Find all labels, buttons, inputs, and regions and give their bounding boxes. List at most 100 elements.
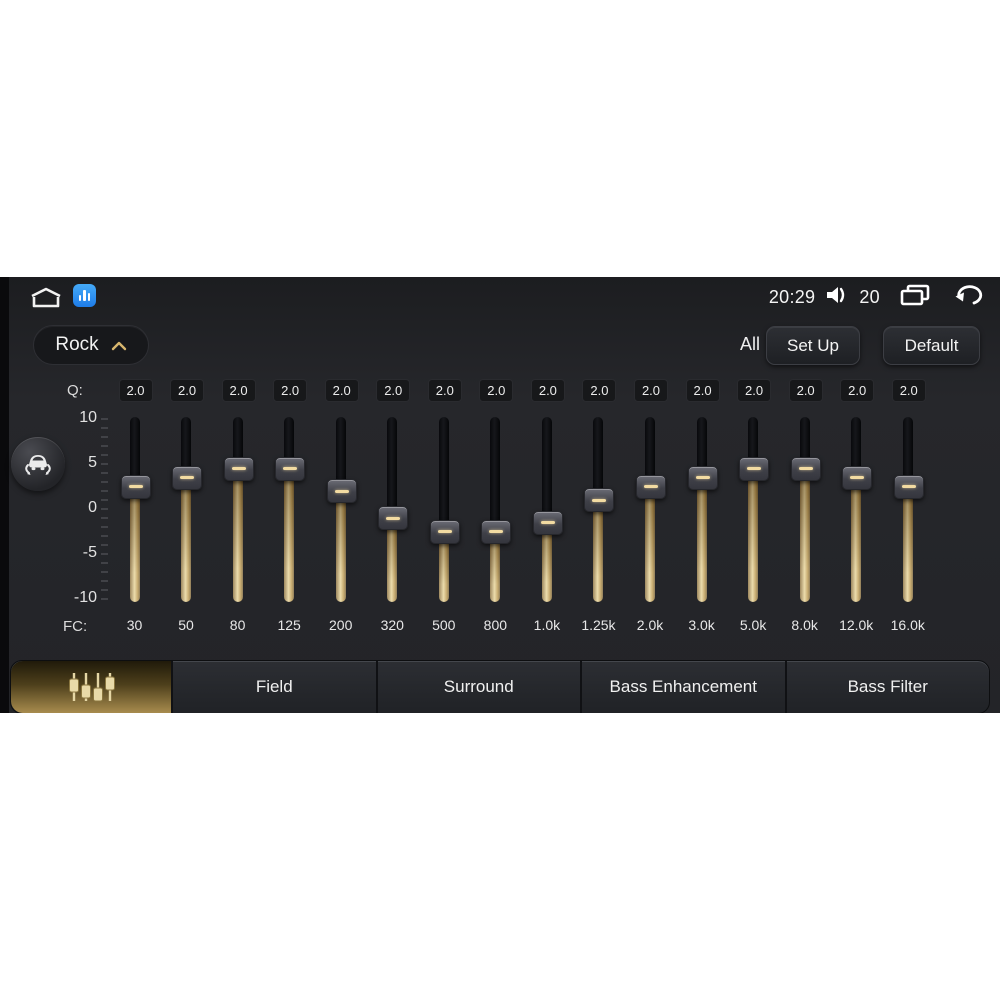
slider-track-upper[interactable]	[387, 417, 398, 517]
all-label: All	[739, 334, 760, 354]
y-axis-label: -10	[73, 589, 97, 606]
clock: 20:29	[768, 286, 816, 307]
y-axis-tick	[101, 472, 108, 474]
slider-handle[interactable]	[172, 465, 203, 490]
slider-handle[interactable]	[481, 519, 512, 544]
y-axis-tick	[101, 463, 108, 465]
y-axis-tick	[101, 481, 108, 483]
slider-handle[interactable]	[429, 519, 460, 544]
slider-track-lower[interactable]	[593, 499, 604, 602]
tab-field[interactable]: Field	[171, 661, 376, 713]
q-value-badge[interactable]: 2.0	[273, 379, 308, 402]
q-value-badge[interactable]: 2.0	[170, 379, 205, 402]
y-axis-tick	[101, 562, 108, 564]
q-value-badge[interactable]: 2.0	[840, 379, 875, 402]
slider-track-lower[interactable]	[645, 485, 655, 602]
slider-track-lower[interactable]	[129, 485, 140, 602]
home-icon[interactable]	[28, 287, 64, 309]
car-balance-button[interactable]	[11, 437, 65, 491]
bottom-tab-bar: Field Surround Bass Enhancement Bass Fil…	[10, 660, 990, 713]
q-value-badge[interactable]: 2.0	[324, 379, 359, 402]
slider-handle[interactable]	[739, 456, 770, 481]
q-value-badge[interactable]: 2.0	[685, 379, 720, 402]
y-axis-tick	[101, 580, 108, 582]
slider-track-lower[interactable]	[335, 490, 346, 602]
q-value-badge[interactable]: 2.0	[479, 379, 514, 402]
y-axis-tick	[101, 454, 108, 456]
q-value-badge[interactable]: 2.0	[788, 379, 823, 402]
status-right-cluster: 20:29 20	[769, 283, 986, 311]
slider-track-lower[interactable]	[232, 467, 243, 602]
y-axis-tick	[101, 499, 108, 501]
y-axis-tick	[101, 490, 108, 492]
q-value-badge[interactable]: 2.0	[582, 379, 617, 402]
y-axis-tick	[101, 508, 108, 510]
y-axis-tick	[101, 427, 108, 429]
tab-surround[interactable]: Surround	[375, 661, 581, 713]
slider-track-upper[interactable]	[593, 417, 604, 499]
y-axis-tick	[101, 445, 108, 447]
y-axis-tick	[101, 535, 108, 537]
slider-handle[interactable]	[120, 474, 151, 499]
slider-handle[interactable]	[584, 488, 615, 512]
y-axis-tick	[101, 598, 108, 600]
y-axis-tick	[101, 589, 108, 591]
y-axis-tick	[101, 553, 108, 555]
y-axis-tick	[101, 517, 108, 519]
preset-label: Rock	[55, 334, 99, 355]
slider-handle[interactable]	[275, 456, 306, 481]
preset-dropdown[interactable]: Rock	[33, 325, 149, 365]
slider-handle[interactable]	[687, 465, 718, 490]
tab-bass-enhancement[interactable]: Bass Enhancement	[580, 661, 785, 713]
equalizer-sliders-icon	[69, 673, 115, 702]
q-value-badge[interactable]: 2.0	[891, 379, 926, 402]
chevron-up-icon	[111, 341, 126, 351]
eq-app-icon[interactable]	[73, 284, 96, 307]
q-value-badge[interactable]: 2.0	[737, 379, 772, 402]
frequency-label: 16.0k	[890, 617, 925, 633]
slider-handle[interactable]	[326, 479, 357, 503]
slider-handle[interactable]	[790, 456, 821, 481]
q-value-badge[interactable]: 2.0	[118, 379, 153, 402]
slider-track-lower[interactable]	[181, 476, 192, 602]
speaker-icon[interactable]	[825, 284, 849, 311]
y-axis-tick	[101, 526, 108, 528]
y-axis-tick	[101, 571, 108, 573]
tab-bass-filter[interactable]: Bass Filter	[784, 661, 990, 713]
slider-track-lower[interactable]	[696, 476, 707, 602]
back-icon[interactable]	[952, 283, 986, 312]
slider-track-lower[interactable]	[902, 485, 913, 602]
tab-equalizer[interactable]	[11, 661, 171, 713]
q-value-badge[interactable]: 2.0	[427, 379, 462, 402]
slider-handle[interactable]	[842, 465, 873, 490]
volume-level: 20	[859, 286, 880, 307]
y-axis-label: -5	[82, 544, 97, 561]
y-axis-label: 0	[88, 499, 97, 516]
slider-track-lower[interactable]	[851, 476, 862, 602]
q-value-badge[interactable]: 2.0	[221, 379, 256, 402]
slider-track-upper[interactable]	[438, 417, 449, 531]
q-value-badge[interactable]: 2.0	[634, 379, 668, 402]
q-row-label: Q:	[67, 382, 83, 399]
default-button[interactable]: Default	[883, 326, 980, 365]
slider-track-lower[interactable]	[748, 467, 759, 602]
status-bar: 20:29 20	[0, 281, 1000, 313]
y-axis-tick	[101, 436, 108, 438]
y-axis-tick	[101, 418, 108, 420]
set-up-button[interactable]: Set Up	[766, 326, 860, 365]
slider-track-lower[interactable]	[799, 467, 810, 602]
slider-handle[interactable]	[378, 506, 409, 530]
slider-track-upper[interactable]	[541, 417, 552, 522]
slider-handle[interactable]	[532, 510, 563, 535]
slider-handle[interactable]	[893, 474, 924, 499]
slider-handle[interactable]	[223, 456, 254, 481]
y-axis-label: 10	[79, 409, 97, 426]
q-value-badge[interactable]: 2.0	[376, 379, 411, 402]
q-value-badge[interactable]: 2.0	[530, 379, 565, 402]
slider-handle[interactable]	[636, 474, 666, 499]
fc-row-label: FC:	[63, 618, 88, 635]
slider-track-upper[interactable]	[490, 417, 501, 531]
recents-icon[interactable]	[898, 283, 932, 312]
slider-track-lower[interactable]	[284, 467, 295, 602]
eq-app-glyph	[78, 290, 91, 301]
